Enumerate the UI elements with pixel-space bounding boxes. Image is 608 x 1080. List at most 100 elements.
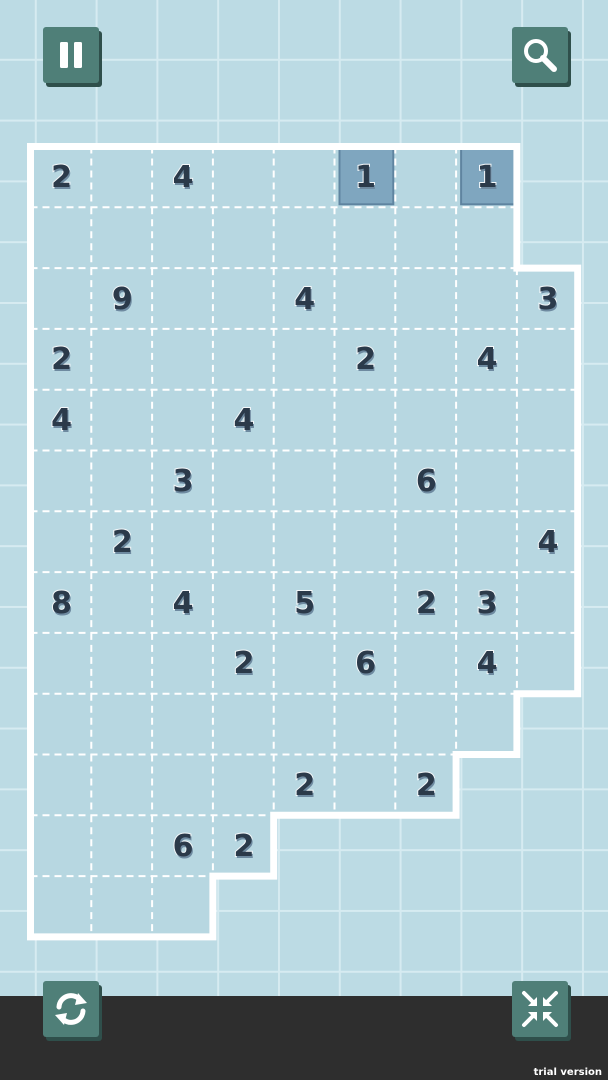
board-cell[interactable] <box>335 268 396 329</box>
board-cell[interactable] <box>152 876 213 937</box>
board-cell[interactable] <box>456 572 517 633</box>
board-cell[interactable] <box>152 511 213 572</box>
board-cell[interactable] <box>91 755 152 816</box>
board-cell[interactable] <box>517 572 578 633</box>
board-cell[interactable] <box>91 390 152 451</box>
board-cell[interactable] <box>517 633 578 694</box>
collapse-button[interactable] <box>512 981 568 1037</box>
board-cell[interactable] <box>335 633 396 694</box>
board-cell[interactable] <box>213 207 274 268</box>
board-cell[interactable] <box>31 572 92 633</box>
board-cell[interactable] <box>31 755 92 816</box>
board-cell[interactable] <box>274 329 335 390</box>
board-cell[interactable] <box>395 390 456 451</box>
board-cell[interactable] <box>395 207 456 268</box>
board-cell[interactable] <box>152 815 213 876</box>
board-cell[interactable] <box>274 207 335 268</box>
board-cell[interactable] <box>335 207 396 268</box>
board-cell[interactable] <box>152 694 213 755</box>
board-cell[interactable] <box>152 390 213 451</box>
board-cell[interactable] <box>213 268 274 329</box>
board-cell[interactable] <box>274 147 335 208</box>
board-cell[interactable] <box>456 329 517 390</box>
board-cell[interactable] <box>456 390 517 451</box>
board-cell[interactable] <box>152 268 213 329</box>
board-cell[interactable] <box>91 147 152 208</box>
board-cell[interactable] <box>31 207 92 268</box>
board-cell[interactable] <box>335 694 396 755</box>
board-cell[interactable] <box>31 694 92 755</box>
board-cell[interactable] <box>395 755 456 816</box>
board-cell[interactable] <box>274 268 335 329</box>
board-cell[interactable] <box>335 147 396 208</box>
board-cell[interactable] <box>152 633 213 694</box>
board-cell[interactable] <box>335 451 396 512</box>
board-cell[interactable] <box>517 390 578 451</box>
board-cell[interactable] <box>395 633 456 694</box>
board-cell[interactable] <box>91 329 152 390</box>
board-cell[interactable] <box>91 268 152 329</box>
board-cell[interactable] <box>395 511 456 572</box>
board-cell[interactable] <box>335 511 396 572</box>
board-cell[interactable] <box>517 268 578 329</box>
board-cell[interactable] <box>517 511 578 572</box>
board-cell[interactable] <box>395 268 456 329</box>
board-cell[interactable] <box>31 147 92 208</box>
board-cell[interactable] <box>91 511 152 572</box>
board-cell[interactable] <box>31 390 92 451</box>
board-cell[interactable] <box>395 147 456 208</box>
board-cell[interactable] <box>31 876 92 937</box>
board-cell[interactable] <box>274 572 335 633</box>
board-cell[interactable] <box>91 876 152 937</box>
board-cell[interactable] <box>456 207 517 268</box>
board-cell[interactable] <box>213 694 274 755</box>
board-cell[interactable] <box>31 633 92 694</box>
board-cell[interactable] <box>335 755 396 816</box>
board-cell[interactable] <box>274 390 335 451</box>
board-cell[interactable] <box>31 451 92 512</box>
board-cell[interactable] <box>152 207 213 268</box>
board-cell[interactable] <box>31 815 92 876</box>
board-cell[interactable] <box>213 572 274 633</box>
board-cell[interactable] <box>395 694 456 755</box>
board-cell[interactable] <box>335 572 396 633</box>
board-cell[interactable] <box>152 451 213 512</box>
board-cell[interactable] <box>395 572 456 633</box>
board-cell[interactable] <box>456 633 517 694</box>
board-cell[interactable] <box>213 633 274 694</box>
board-cell[interactable] <box>91 207 152 268</box>
board-cell[interactable] <box>213 755 274 816</box>
board-cell[interactable] <box>31 329 92 390</box>
board-cell[interactable] <box>152 147 213 208</box>
board-cell[interactable] <box>213 451 274 512</box>
board-cell[interactable] <box>91 633 152 694</box>
board-cell[interactable] <box>152 329 213 390</box>
board-cell[interactable] <box>213 815 274 876</box>
board-cell[interactable] <box>456 694 517 755</box>
board-cell[interactable] <box>395 451 456 512</box>
board-cell[interactable] <box>274 451 335 512</box>
board-cell[interactable] <box>213 329 274 390</box>
board-cell[interactable] <box>456 268 517 329</box>
board-cell[interactable] <box>395 329 456 390</box>
board-cell[interactable] <box>456 451 517 512</box>
board-cell[interactable] <box>274 755 335 816</box>
board-cell[interactable] <box>274 633 335 694</box>
board-cell[interactable] <box>31 511 92 572</box>
board-cell[interactable] <box>517 451 578 512</box>
board-cell[interactable] <box>91 694 152 755</box>
board-cell[interactable] <box>91 572 152 633</box>
board-cell[interactable] <box>213 511 274 572</box>
board-cell[interactable] <box>274 694 335 755</box>
board-cell[interactable] <box>152 572 213 633</box>
board-cell[interactable] <box>456 511 517 572</box>
board-cell[interactable] <box>274 511 335 572</box>
puzzle-board[interactable] <box>0 0 608 1080</box>
board-cell[interactable] <box>31 268 92 329</box>
board-cell[interactable] <box>152 755 213 816</box>
board-cell[interactable] <box>213 390 274 451</box>
board-cell[interactable] <box>456 147 517 208</box>
board-cell[interactable] <box>91 815 152 876</box>
board-cell[interactable] <box>335 329 396 390</box>
board-cell[interactable] <box>213 147 274 208</box>
